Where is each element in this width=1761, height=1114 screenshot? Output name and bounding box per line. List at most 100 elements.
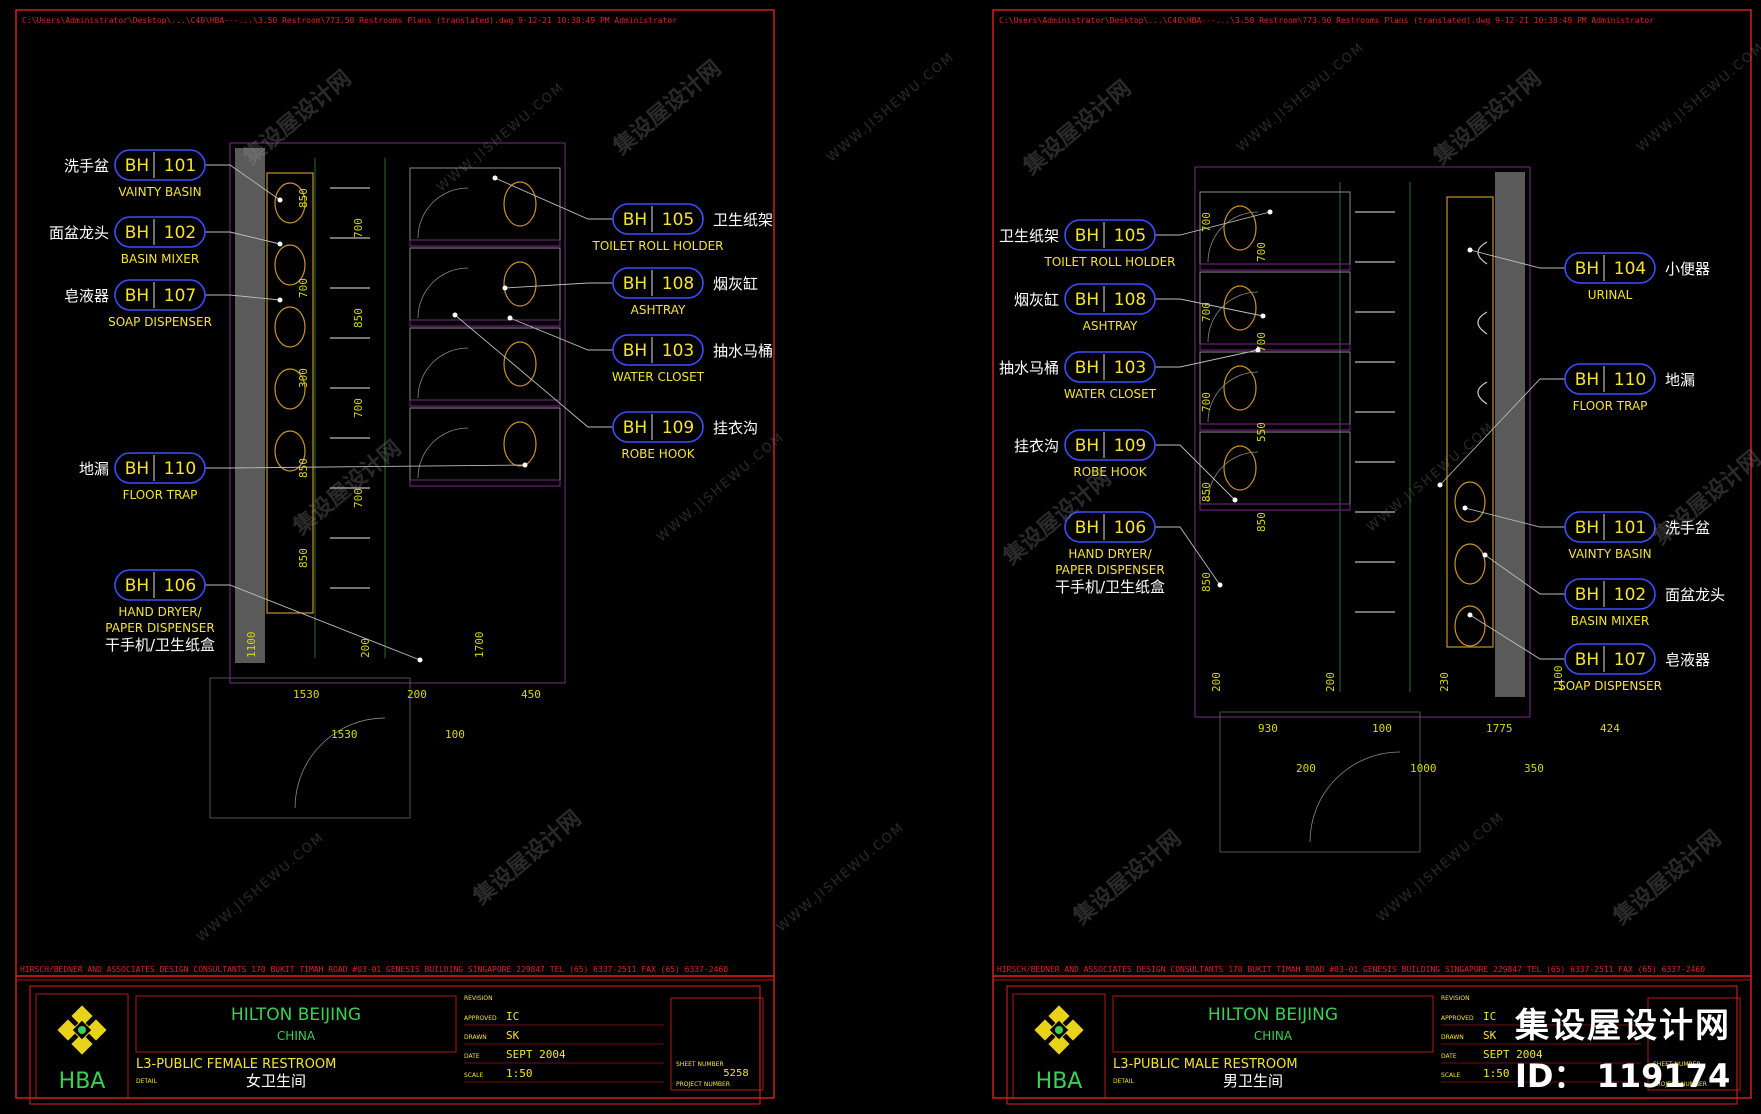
leader-dot [277, 197, 283, 203]
dimension-text: 1775 [1486, 722, 1513, 735]
tag-code: BH [623, 418, 647, 438]
tag-chinese-label: 烟灰缸 [713, 275, 758, 293]
detail-label: DETAIL [136, 1078, 157, 1085]
project-country: CHINA [1254, 1029, 1293, 1043]
tag-english-label: ASHTRAY [1083, 319, 1138, 333]
title-field-label: APPROVED [1441, 1015, 1474, 1022]
brand-id: ID： 119174 [1515, 1057, 1731, 1095]
tag-english-label-2: PAPER DISPENSER [1055, 563, 1164, 577]
brand-name: 集设屋设计网 [1515, 1006, 1731, 1046]
tag-english-label: TOILET ROLL HOLDER [1043, 255, 1175, 269]
tag-english-label: ROBE HOOK [1073, 465, 1147, 479]
tag-code: BH [1075, 358, 1099, 378]
tag-code: BH [1075, 226, 1099, 246]
tag-number: 103 [662, 341, 694, 361]
tag-english-label: TOILET ROLL HOLDER [591, 239, 723, 253]
project-number-label: PROJECT NUMBER [676, 1081, 730, 1088]
tag-code: BH [623, 274, 647, 294]
dimension-text: 1000 [1410, 762, 1437, 775]
tag-number: 108 [1114, 290, 1146, 310]
dimension-text: 700 [352, 398, 365, 418]
tag-chinese-label: 干手机/卫生纸盒 [1055, 578, 1165, 596]
cad-drawing-canvas: C:\Users\Administrator\Desktop\...\C40\H… [0, 0, 1761, 1114]
tag-chinese-label: 面盆龙头 [1665, 586, 1725, 604]
dimension-text: 100 [445, 728, 465, 741]
tag-number: 106 [1114, 518, 1146, 538]
project-name: HILTON BEIJING [1208, 1005, 1338, 1025]
exterior-wall [235, 148, 265, 663]
tag-chinese-label: 卫生纸架 [999, 227, 1059, 245]
detail-label: DETAIL [1113, 1078, 1134, 1085]
tag-english-label: FLOOR TRAP [1573, 399, 1648, 413]
tag-english-label: FLOOR TRAP [123, 488, 198, 502]
tag-chinese-label: 洗手盆 [1665, 519, 1710, 537]
tag-code: BH [125, 576, 149, 596]
tag-english-label: VAINTY BASIN [118, 185, 201, 199]
tag-code: BH [1575, 585, 1599, 605]
tag-code: BH [1575, 370, 1599, 390]
title-field-value: 1:50 [1483, 1067, 1510, 1080]
tag-chinese-label: 干手机/卫生纸盒 [105, 636, 215, 654]
leader-dot [522, 462, 528, 468]
leader-dot [1482, 552, 1488, 558]
tag-number: 110 [1614, 370, 1646, 390]
sheet-number-label: SHEET NUMBER [676, 1061, 724, 1068]
tag-code: BH [125, 459, 149, 479]
dimension-text: 850 [1200, 482, 1213, 502]
dimension-text: 1100 [245, 632, 258, 659]
dimension-text: 1700 [473, 632, 486, 659]
drawing-title-cn: 男卫生间 [1223, 1072, 1283, 1090]
tag-chinese-label: 洗手盆 [64, 157, 109, 175]
title-field-label: SCALE [464, 1072, 483, 1079]
logo-text: HBA [59, 1069, 106, 1094]
title-field-label: APPROVED [464, 1015, 497, 1022]
tag-code: BH [623, 341, 647, 361]
title-field-label: DRAWN [1441, 1034, 1464, 1041]
dimension-text: 200 [407, 688, 427, 701]
dimension-text: 850 [1200, 572, 1213, 592]
sheet-number-value: 5258 [723, 1068, 748, 1079]
tag-code: BH [125, 223, 149, 243]
drawing-title: L3-PUBLIC MALE RESTROOM [1113, 1057, 1298, 1072]
tag-number: 109 [662, 418, 694, 438]
tag-english-label: HAND DRYER/ [118, 605, 202, 619]
exterior-wall [1495, 172, 1525, 697]
dimension-text: 230 [1438, 672, 1451, 692]
tag-chinese-label: 抽水马桶 [999, 359, 1059, 377]
title-field-value: 1:50 [506, 1067, 533, 1080]
tag-code: BH [1075, 436, 1099, 456]
leader-dot [1255, 347, 1261, 353]
drawing-title-cn: 女卫生间 [246, 1072, 306, 1090]
dimension-text: 700 [352, 218, 365, 238]
tag-number: 103 [1114, 358, 1146, 378]
title-field-value: IC [506, 1010, 519, 1023]
tag-chinese-label: 皂液器 [64, 287, 109, 305]
site-brand: 集设屋设计网 ID： 119174 [1515, 998, 1731, 1097]
dimension-text: 550 [1255, 422, 1268, 442]
tag-chinese-label: 抽水马桶 [713, 342, 773, 360]
tag-english-label-2: PAPER DISPENSER [105, 621, 214, 635]
dimension-text: 850 [1255, 512, 1268, 532]
dimension-text: 350 [1524, 762, 1544, 775]
tag-number: 110 [164, 459, 196, 479]
tag-code: BH [1075, 518, 1099, 538]
dimension-text: 700 [297, 278, 310, 298]
tag-chinese-label: 挂衣沟 [1014, 437, 1059, 455]
title-field-label: DRAWN [464, 1034, 487, 1041]
tag-code: BH [1575, 650, 1599, 670]
tag-code: BH [1575, 259, 1599, 279]
tag-chinese-label: 地漏 [79, 460, 109, 478]
leader-dot [1232, 497, 1238, 503]
tag-chinese-label: 地漏 [1665, 371, 1695, 389]
tag-english-label: BASIN MIXER [1571, 614, 1649, 628]
tag-number: 101 [164, 156, 196, 176]
tag-code: BH [1075, 290, 1099, 310]
drawing-title: L3-PUBLIC FEMALE RESTROOM [136, 1057, 336, 1072]
tag-english-label: VAINTY BASIN [1568, 547, 1651, 561]
tag-number: 109 [1114, 436, 1146, 456]
title-field-value: IC [1483, 1010, 1496, 1023]
dimension-text: 850 [352, 308, 365, 328]
leader-dot [452, 312, 458, 318]
title-field-value: SK [1483, 1029, 1497, 1042]
leader-dot [277, 297, 283, 303]
